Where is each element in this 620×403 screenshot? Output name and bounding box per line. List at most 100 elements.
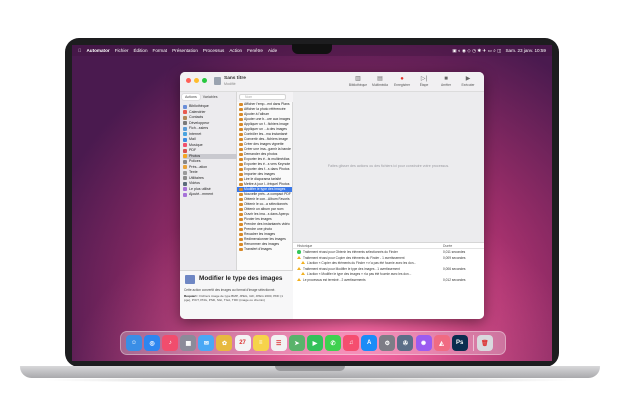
finder-icon[interactable]: ☺	[126, 335, 142, 351]
app-store-icon[interactable]: A	[361, 335, 378, 351]
action-icon	[239, 112, 243, 117]
library-item[interactable]: Ajouté...mment	[183, 192, 237, 198]
menu-processus[interactable]: Processus	[203, 48, 224, 53]
launchpad-icon[interactable]: ▦	[180, 335, 197, 351]
menu-clock[interactable]: Sam. 23 janv. 10:59	[505, 48, 546, 53]
log-duration: 0,011 secondes	[443, 250, 466, 254]
library-category-icon	[183, 165, 187, 170]
log-message: Traitement réussi pour Obtenir les éléme…	[303, 250, 398, 254]
music-app-icon[interactable]: ♪	[162, 335, 179, 351]
toolbar-step-label: Étape	[419, 83, 429, 87]
menu-bar-status: ▣ ◐ ◉ ◇ ◷ ✱ ✈ ▭ ⌕ ◫ Sam. 23 janv. 10:59	[448, 45, 546, 56]
toolbar-record-button[interactable]: ● Enregistrer	[392, 75, 412, 87]
menu-edition[interactable]: Édition	[133, 48, 147, 53]
run-icon: ▶	[465, 76, 471, 82]
sidebar-icon: ▥	[355, 76, 361, 82]
library-list: Bibliothèque Calendrier Contacts Développeu…	[183, 104, 237, 198]
action-icon	[239, 187, 243, 192]
workflow-area[interactable]: Faites glisser des actions ou des fichie…	[293, 92, 484, 242]
action-icon	[239, 102, 243, 107]
apple-menu-icon[interactable]: 	[78, 48, 81, 53]
notes-icon[interactable]: ≡	[252, 335, 269, 351]
facetime-icon[interactable]: ▶	[306, 335, 323, 351]
library-item[interactable]: PDF	[183, 148, 237, 154]
status-icons[interactable]: ▣ ◐ ◉ ◇ ◷ ✱ ✈ ▭ ⌕ ◫	[452, 48, 501, 54]
calendar-icon[interactable]: 27	[234, 335, 251, 351]
automator-icon[interactable]: ✇	[397, 335, 414, 351]
warning-icon	[301, 261, 305, 265]
action-image-icon	[185, 275, 195, 284]
screen:  Automator Fichier Édition Format Prése…	[72, 45, 552, 361]
library-category-icon	[183, 170, 187, 175]
warning-icon	[297, 277, 301, 281]
library-category-icon	[183, 192, 187, 197]
menu-fichier[interactable]: Fichier	[115, 48, 129, 53]
action-icon	[239, 152, 243, 157]
menu-fenetre[interactable]: Fenêtre	[247, 48, 263, 53]
log-col-history[interactable]: Historique	[297, 244, 312, 248]
action-icon	[239, 157, 243, 162]
system-preferences-icon[interactable]: ⚙	[379, 335, 396, 351]
reminders-icon[interactable]: ☰	[270, 335, 287, 351]
photoshop-icon[interactable]: Ps	[451, 335, 468, 351]
log-duration: 0,009 secondes	[443, 255, 466, 260]
mail-icon[interactable]: ✉	[198, 335, 215, 351]
close-window-button[interactable]	[186, 78, 191, 83]
action-icon	[239, 162, 243, 167]
toolbar-library-button[interactable]: ▥ Bibliothèque	[348, 75, 368, 87]
menu-action[interactable]: Action	[229, 48, 242, 53]
safari-icon[interactable]: ◎	[144, 335, 161, 351]
log-row[interactable]: Le processus est terminé - 2 avertisseme…	[293, 277, 484, 283]
log-duration: 0,012 secondes	[443, 277, 466, 282]
action-icon	[239, 132, 243, 137]
zoom-window-button[interactable]	[202, 78, 207, 83]
library-category-icon	[183, 187, 187, 192]
log-message: Traitement réussi pour Modifier le type …	[303, 266, 400, 271]
menu-format[interactable]: Format	[153, 48, 168, 53]
stop-icon: ■	[444, 76, 448, 82]
toolbar-stop-button[interactable]: ■ Arrêter	[436, 75, 456, 87]
trash-icon[interactable]: 🗑	[476, 335, 493, 351]
minimize-window-button[interactable]	[194, 78, 199, 83]
action-icon	[239, 232, 243, 237]
toolbar-media-label: Multimédia	[372, 83, 388, 87]
library-category-icon	[183, 159, 187, 164]
tab-variables[interactable]: Variables	[200, 94, 221, 100]
affinity-icon[interactable]: ◭	[433, 335, 450, 351]
toolbar-media-button[interactable]: ▤ Multimédia	[370, 75, 390, 87]
toolbar-run-button[interactable]: ▶ Exécuter	[458, 75, 478, 87]
action-icon	[239, 117, 243, 122]
action-icon	[239, 177, 243, 182]
action-icon	[239, 137, 243, 142]
menu-presentation[interactable]: Présentation	[172, 48, 198, 53]
action-icon	[239, 242, 243, 247]
action-icon	[239, 227, 243, 232]
warning-icon	[301, 272, 305, 276]
action-description: Modifier le type des images Cette action…	[180, 270, 293, 319]
action-icon	[239, 172, 243, 177]
action-icon	[239, 247, 243, 252]
library-category-icon	[183, 143, 187, 148]
menu-app-name[interactable]: Automator	[86, 48, 109, 53]
action-icon	[239, 122, 243, 127]
library-category-icon	[183, 132, 187, 137]
library-category-icon	[183, 110, 187, 115]
messenger-icon[interactable]: ✺	[415, 335, 432, 351]
menu-aide[interactable]: Aide	[268, 48, 277, 53]
library-item-label: PDF	[189, 148, 197, 152]
description-requires: Requiert : Fichiers image de type BMP, J…	[184, 294, 290, 302]
music-icon[interactable]: ♫	[343, 335, 360, 351]
success-icon	[297, 250, 301, 254]
action-search-input[interactable]: Nom	[239, 94, 286, 100]
action-icon	[239, 222, 243, 227]
tab-actions[interactable]: Actions	[182, 94, 200, 100]
action-icon	[239, 237, 243, 242]
messages-icon[interactable]: ✆	[325, 335, 342, 351]
action-icon	[239, 127, 243, 132]
toolbar-step-button[interactable]: ▷| Étape	[414, 75, 434, 87]
log-col-duration[interactable]: Durée	[443, 244, 452, 248]
action-item[interactable]: Transfert d'images	[237, 247, 292, 252]
action-icon	[239, 142, 243, 147]
photos-app-icon[interactable]: ✿	[216, 335, 233, 351]
maps-icon[interactable]: ➤	[288, 335, 305, 351]
